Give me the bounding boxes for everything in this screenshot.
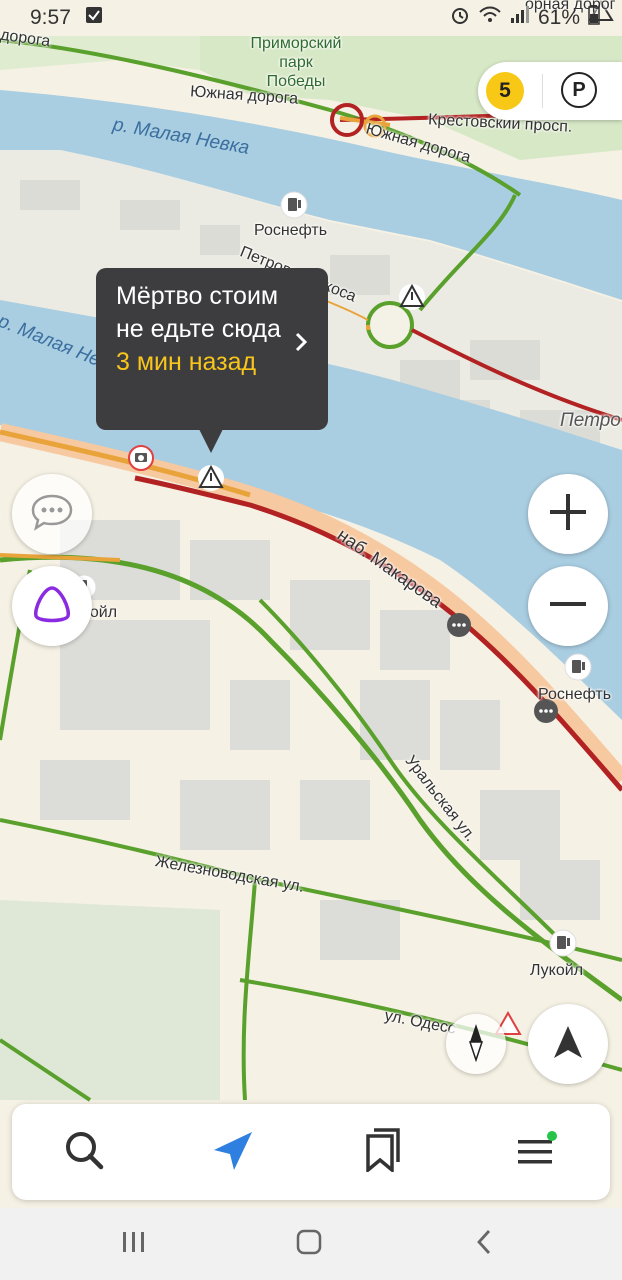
zoom-out-button[interactable] <box>528 566 608 646</box>
poi-label: Роснефть <box>538 686 612 703</box>
place-label: Петро <box>560 410 621 431</box>
menu-icon <box>514 1130 558 1175</box>
status-bar: 9:57 61% <box>0 0 622 36</box>
chat-marker-icon <box>447 613 471 637</box>
battery-percent: 61% <box>537 6 580 29</box>
wifi-icon <box>478 5 502 31</box>
back-button[interactable] <box>454 1224 514 1264</box>
chat-icon <box>29 492 75 537</box>
incident-time: 3 мин назад <box>116 348 257 376</box>
home-icon <box>296 1229 322 1260</box>
signal-icon <box>510 6 530 30</box>
location-arrow-icon <box>548 1022 588 1067</box>
parking-button[interactable]: P <box>561 72 597 108</box>
route-button[interactable] <box>204 1122 264 1182</box>
poi-label: Роснефть <box>254 222 328 239</box>
compass-icon <box>464 1022 488 1067</box>
home-button[interactable] <box>279 1224 339 1264</box>
search-button[interactable] <box>54 1122 114 1182</box>
bookmarks-button[interactable] <box>354 1122 414 1182</box>
park-label: Приморский парк Победы <box>250 35 342 90</box>
divider <box>542 74 543 108</box>
chevron-right-icon <box>294 328 308 361</box>
incident-popup[interactable]: Мёртво стоим не едьте сюда 3 мин назад <box>96 268 328 430</box>
minus-icon <box>546 582 590 631</box>
incident-message: Мёртво стоим не едьте сюда <box>116 282 281 343</box>
recents-button[interactable] <box>104 1224 164 1264</box>
bottom-navigation <box>12 1104 610 1200</box>
status-time: 9:57 <box>30 6 71 29</box>
camera-icon <box>128 445 154 471</box>
map-canvas[interactable] <box>0 0 622 1280</box>
menu-button[interactable] <box>506 1122 566 1182</box>
chat-button[interactable] <box>12 474 92 554</box>
battery-icon <box>588 5 600 31</box>
traffic-level-button[interactable]: 5 <box>486 72 524 110</box>
fuel-station-icon <box>564 653 592 681</box>
my-location-button[interactable] <box>528 1004 608 1084</box>
warning-icon <box>198 464 224 491</box>
poi-label: Лукойл <box>530 962 584 979</box>
fuel-station-icon <box>549 929 577 957</box>
alarm-icon <box>450 5 470 31</box>
system-navigation-bar <box>0 1208 622 1280</box>
search-icon <box>63 1129 105 1176</box>
zoom-in-button[interactable] <box>528 474 608 554</box>
plus-icon <box>546 490 590 539</box>
alice-icon <box>30 582 74 631</box>
alice-assistant-button[interactable] <box>12 566 92 646</box>
fuel-station-icon <box>280 191 308 219</box>
notification-icon <box>85 6 103 30</box>
navigation-icon <box>212 1128 256 1177</box>
compass-button[interactable] <box>446 1014 506 1074</box>
popup-pointer <box>199 429 223 453</box>
bookmarks-icon <box>364 1127 404 1177</box>
recents-icon <box>121 1231 147 1258</box>
warning-icon <box>399 283 425 310</box>
back-icon <box>475 1229 493 1260</box>
